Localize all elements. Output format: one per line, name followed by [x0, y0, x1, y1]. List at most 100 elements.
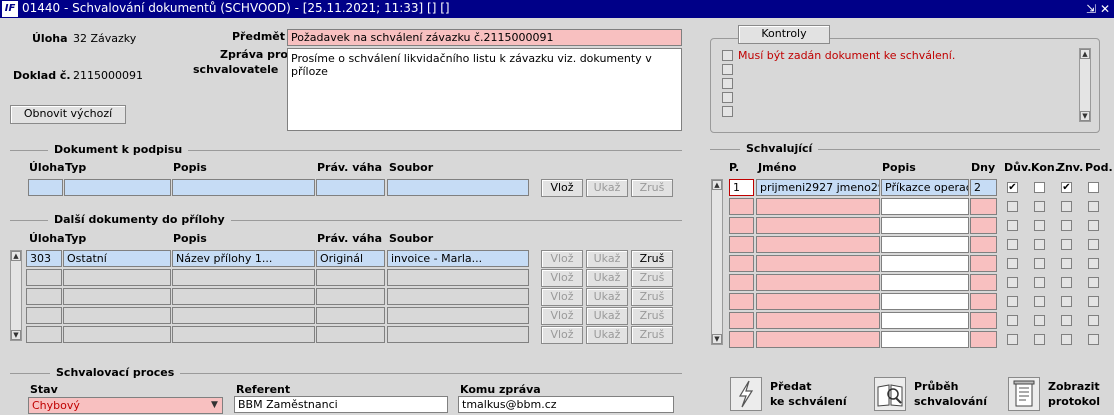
schv-cell-p[interactable]: [729, 217, 754, 234]
dokument-typ-input[interactable]: [64, 179, 171, 196]
schv-pod-checkbox[interactable]: [1088, 201, 1099, 212]
schv-znv-checkbox[interactable]: [1061, 296, 1072, 307]
schv-duv-checkbox[interactable]: [1007, 277, 1018, 288]
schv-cell-dny[interactable]: [970, 312, 997, 329]
schv-cell-dny[interactable]: [970, 274, 997, 291]
dalsi-cell-vaha[interactable]: [316, 269, 385, 286]
dalsi-cell-soubor[interactable]: [387, 288, 529, 305]
dalsi-zrus-button[interactable]: Zruš: [631, 326, 673, 344]
schv-cell-jmeno[interactable]: [756, 255, 880, 272]
dalsi-cell-uloha[interactable]: [26, 326, 62, 343]
schv-pod-checkbox[interactable]: [1088, 239, 1099, 250]
dokument-vaha-input[interactable]: [316, 179, 385, 196]
schv-znv-checkbox[interactable]: [1061, 201, 1072, 212]
dalsi-cell-typ[interactable]: [63, 269, 171, 286]
schv-kon-checkbox[interactable]: [1034, 201, 1045, 212]
minimize-icon[interactable]: ⇲: [1084, 0, 1098, 18]
schv-duv-checkbox[interactable]: [1007, 220, 1018, 231]
referent-input[interactable]: BBM Zaměstnanci: [234, 396, 448, 413]
dalsi-scrollbar[interactable]: ▲ ▼: [10, 250, 22, 341]
dalsi-cell-soubor[interactable]: [387, 326, 529, 343]
schv-kon-checkbox[interactable]: [1034, 334, 1045, 345]
dalsi-vloz-button[interactable]: Vlož: [541, 250, 583, 268]
schv-kon-checkbox[interactable]: [1034, 239, 1045, 250]
schv-cell-jmeno[interactable]: [756, 236, 880, 253]
dokument-popis-input[interactable]: [172, 179, 315, 196]
dalsi-cell-vaha[interactable]: [316, 307, 385, 324]
schv-cell-p[interactable]: [729, 331, 754, 348]
schv-cell-popis[interactable]: [881, 255, 969, 272]
schv-duv-checkbox[interactable]: [1007, 334, 1018, 345]
dalsi-cell-popis[interactable]: [172, 288, 315, 305]
schv-duv-checkbox[interactable]: [1007, 315, 1018, 326]
schv-pod-checkbox[interactable]: [1088, 258, 1099, 269]
schv-pod-checkbox[interactable]: [1088, 277, 1099, 288]
schv-cell-popis[interactable]: [881, 293, 969, 310]
schv-kon-checkbox[interactable]: [1034, 277, 1045, 288]
schv-cell-dny[interactable]: [970, 255, 997, 272]
schvalujici-scrollbar[interactable]: ▲ ▼: [711, 179, 723, 345]
chevron-down-icon[interactable]: ▼: [207, 398, 222, 413]
schv-cell-jmeno[interactable]: [756, 217, 880, 234]
dalsi-vloz-button[interactable]: Vlož: [541, 269, 583, 287]
komu-input[interactable]: tmalkus@bbm.cz: [458, 396, 674, 413]
schv-cell-popis[interactable]: [881, 331, 969, 348]
schv-pod-checkbox[interactable]: [1088, 315, 1099, 326]
dalsi-cell-soubor[interactable]: [387, 307, 529, 324]
dokument-zrus-button[interactable]: Zruš: [631, 179, 673, 197]
schv-cell-p[interactable]: [729, 312, 754, 329]
dalsi-cell-popis[interactable]: [172, 307, 315, 324]
schv-cell-popis[interactable]: [881, 312, 969, 329]
close-icon[interactable]: ✕: [1098, 0, 1112, 18]
dalsi-cell-typ[interactable]: [63, 326, 171, 343]
schv-cell-dny[interactable]: [970, 217, 997, 234]
schv-duv-checkbox[interactable]: [1007, 296, 1018, 307]
schv-duv-checkbox[interactable]: [1007, 201, 1018, 212]
schv-cell-jmeno[interactable]: [756, 198, 880, 215]
scroll-down-icon[interactable]: ▼: [11, 330, 21, 340]
dalsi-cell-popis[interactable]: [172, 326, 315, 343]
schv-cell-popis[interactable]: [881, 236, 969, 253]
dalsi-cell-typ[interactable]: Ostatní: [63, 250, 171, 267]
predat-button[interactable]: Předat ke schválení: [730, 377, 847, 413]
scroll-up-icon[interactable]: ▲: [1080, 49, 1090, 59]
schv-duv-checkbox[interactable]: [1007, 258, 1018, 269]
predmet-input[interactable]: Požadavek na schválení závazku č.2115000…: [287, 29, 682, 46]
schv-cell-popis[interactable]: [881, 198, 969, 215]
schv-znv-checkbox[interactable]: [1061, 277, 1072, 288]
schv-znv-checkbox[interactable]: [1061, 220, 1072, 231]
dokument-ukaz-button[interactable]: Ukaž: [586, 179, 628, 197]
schv-kon-checkbox[interactable]: [1034, 296, 1045, 307]
schv-cell-p[interactable]: [729, 293, 754, 310]
dalsi-cell-popis[interactable]: [172, 269, 315, 286]
dalsi-ukaz-button[interactable]: Ukaž: [586, 269, 628, 287]
schv-cell-p[interactable]: [729, 198, 754, 215]
schv-cell-p[interactable]: 1: [729, 179, 754, 196]
schv-cell-popis[interactable]: [881, 217, 969, 234]
schv-cell-jmeno[interactable]: [756, 312, 880, 329]
schv-kon-checkbox[interactable]: [1034, 182, 1045, 193]
schv-kon-checkbox[interactable]: [1034, 315, 1045, 326]
dalsi-cell-vaha[interactable]: [316, 288, 385, 305]
schv-cell-p[interactable]: [729, 236, 754, 253]
schv-znv-checkbox[interactable]: [1061, 315, 1072, 326]
schv-znv-checkbox[interactable]: [1061, 334, 1072, 345]
schv-cell-dny[interactable]: 2: [970, 179, 997, 196]
dalsi-cell-typ[interactable]: [63, 307, 171, 324]
schv-cell-jmeno[interactable]: [756, 293, 880, 310]
dalsi-cell-vaha[interactable]: Originál: [316, 250, 385, 267]
scroll-down-icon[interactable]: ▼: [1080, 111, 1090, 121]
stav-select[interactable]: Chybový: [28, 397, 223, 414]
dalsi-cell-vaha[interactable]: [316, 326, 385, 343]
dalsi-ukaz-button[interactable]: Ukaž: [586, 307, 628, 325]
dalsi-ukaz-button[interactable]: Ukaž: [586, 288, 628, 306]
schv-duv-checkbox[interactable]: ✔: [1007, 182, 1018, 193]
dokument-vloz-button[interactable]: Vlož: [541, 179, 583, 197]
dalsi-zrus-button[interactable]: Zruš: [631, 307, 673, 325]
dalsi-vloz-button[interactable]: Vlož: [541, 326, 583, 344]
scroll-down-icon[interactable]: ▼: [712, 334, 722, 344]
dalsi-cell-popis[interactable]: Název přílohy 1...: [172, 250, 315, 267]
schv-cell-dny[interactable]: [970, 198, 997, 215]
dokument-soubor-input[interactable]: [387, 179, 529, 196]
schv-cell-dny[interactable]: [970, 236, 997, 253]
